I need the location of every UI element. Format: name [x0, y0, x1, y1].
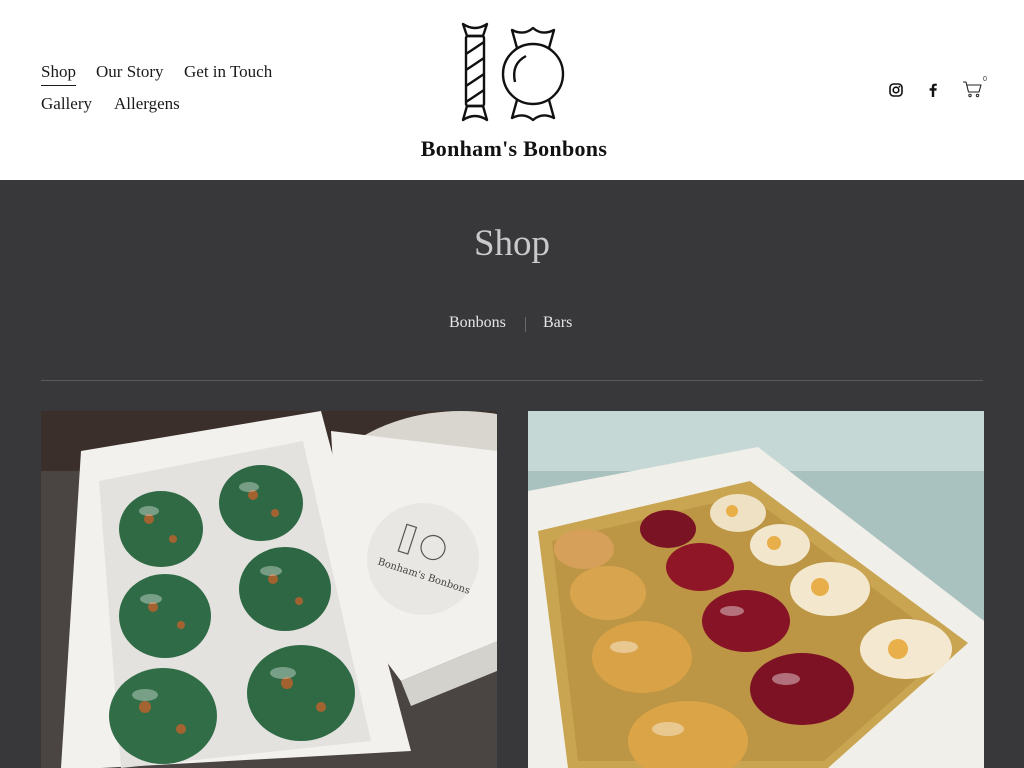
- product-image-assorted-bonbons: [528, 411, 984, 768]
- section-divider: [41, 380, 983, 381]
- nav-get-in-touch[interactable]: Get in Touch: [184, 62, 272, 82]
- category-separator: [525, 317, 526, 332]
- cart-count-badge: 0: [983, 76, 987, 83]
- cart-icon[interactable]: [962, 78, 984, 100]
- category-filter: Bonbons Bars: [0, 314, 1024, 336]
- product-card-2[interactable]: [528, 411, 984, 768]
- category-bars[interactable]: Bars: [543, 314, 572, 332]
- site-header: Shop Our Story Get in Touch Gallery Alle…: [0, 0, 1024, 180]
- nav-gallery[interactable]: Gallery: [41, 94, 92, 114]
- nav-allergens[interactable]: Allergens: [114, 94, 180, 114]
- site-logo[interactable]: Bonham's Bonbons: [412, 18, 616, 164]
- page-title: Shop: [473, 223, 551, 264]
- candy-logo-icon: [461, 22, 565, 122]
- category-bonbons[interactable]: Bonbons: [449, 314, 506, 332]
- product-card-1[interactable]: Bonham's Bonbons: [41, 411, 497, 768]
- brand-name: Bonham's Bonbons: [420, 136, 608, 161]
- product-image-green-bonbons: Bonham's Bonbons: [41, 411, 497, 768]
- nav-shop[interactable]: Shop: [41, 62, 76, 86]
- facebook-icon[interactable]: [926, 80, 940, 102]
- nav-our-story[interactable]: Our Story: [96, 62, 164, 82]
- instagram-icon[interactable]: [888, 80, 904, 102]
